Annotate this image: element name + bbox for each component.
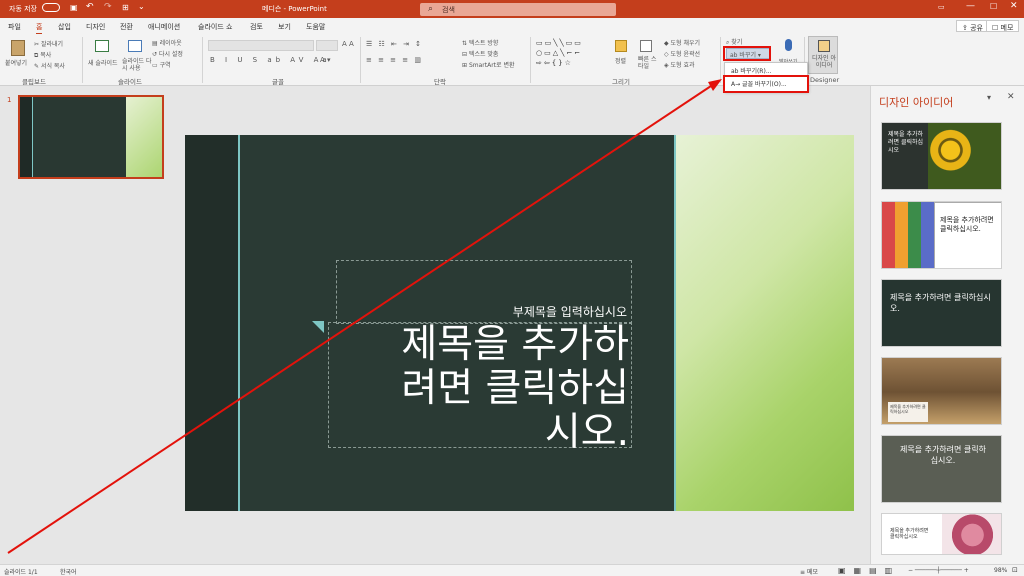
annotation-arrow [7,79,722,554]
